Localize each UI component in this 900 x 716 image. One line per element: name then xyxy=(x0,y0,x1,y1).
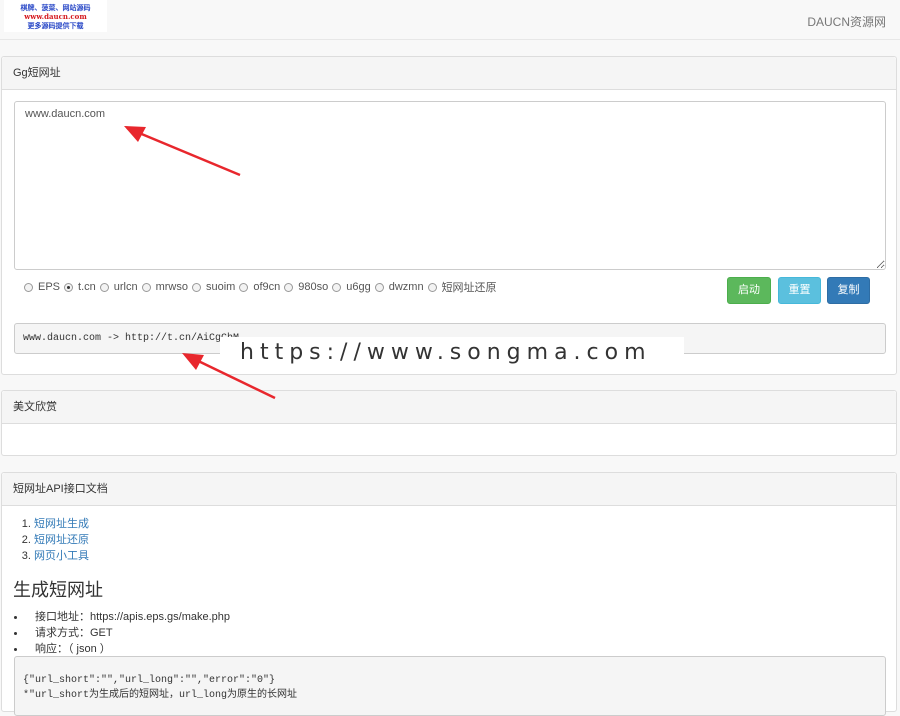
radio-button[interactable] xyxy=(427,282,437,292)
api-docs-panel: 短网址API接口文档 短网址生成 短网址还原 网页小工具 生成短网址 接口地址：… xyxy=(1,472,897,716)
service-option[interactable]: of9cn xyxy=(239,281,280,293)
service-label: mrwso xyxy=(155,281,188,293)
toc-link-tools[interactable]: 网页小工具 xyxy=(34,550,89,562)
service-label: of9cn xyxy=(253,281,281,293)
service-label: 短网址还原 xyxy=(441,282,497,294)
copy-button[interactable]: 复制 xyxy=(827,277,870,304)
response-code-block: {"url_short":"","url_long":"","error":"0… xyxy=(14,656,886,716)
code-line: *"url_short为生成后的短网址，url_long为原生的长网址 xyxy=(23,690,298,701)
service-label: urlcn xyxy=(113,281,138,293)
service-option[interactable]: EPS xyxy=(24,281,60,293)
site-logo[interactable]: 棋牌、菠菜、网站源码 www.daucn.com 更多源码提供下载 xyxy=(4,0,107,32)
service-option[interactable]: dwzmn xyxy=(374,281,424,293)
radio-button[interactable] xyxy=(141,282,151,292)
service-option[interactable]: urlcn xyxy=(99,281,138,293)
api-method: 请求方式：GET xyxy=(13,625,230,641)
logo-line-1: 棋牌、菠菜、网站源码 xyxy=(20,2,91,12)
service-option[interactable]: mrwso xyxy=(141,281,188,293)
radio-button[interactable] xyxy=(374,282,384,292)
shortener-panel-title: Gg短网址 xyxy=(2,57,896,90)
toc-item: 网页小工具 xyxy=(34,548,89,564)
service-option[interactable]: t.cn xyxy=(64,281,96,293)
service-label: t.cn xyxy=(78,281,96,293)
radio-button[interactable] xyxy=(99,282,109,292)
toc-item: 短网址生成 xyxy=(34,516,89,532)
articles-panel-title: 美文欣赏 xyxy=(2,391,896,424)
service-option[interactable]: 980so xyxy=(284,281,328,293)
section-title: 生成短网址 xyxy=(13,580,103,600)
service-label: dwzmn xyxy=(388,281,424,293)
service-option[interactable]: 短网址还原 xyxy=(427,279,497,295)
long-url-textarea[interactable] xyxy=(14,101,886,270)
logo-line-3: 更多源码提供下载 xyxy=(27,20,84,30)
brand-link[interactable]: DAUCN资源网 xyxy=(807,13,886,30)
api-endpoint: 接口地址：https://apis.eps.gs/make.php xyxy=(13,611,231,623)
radio-button[interactable] xyxy=(191,282,201,292)
service-label: suoim xyxy=(205,281,236,293)
service-label: u6gg xyxy=(346,281,371,293)
logo-line-2: www.daucn.com xyxy=(24,11,87,21)
service-radio-group: EPS t.cn urlcn mrwso suoim of9cn 980so u6gg dwzm… xyxy=(24,279,501,295)
api-response: 响应：（ json ） xyxy=(13,641,230,657)
doc-toc: 短网址生成 短网址还原 网页小工具 xyxy=(18,516,89,564)
service-option[interactable]: u6gg xyxy=(332,281,371,293)
radio-button[interactable] xyxy=(24,282,33,292)
radio-button[interactable] xyxy=(284,282,294,292)
radio-button[interactable] xyxy=(332,282,342,292)
shortener-panel: Gg短网址 EPS t.cn urlcn mrwso suoim of9cn 980so u6… xyxy=(1,56,897,375)
articles-panel: 美文欣赏 xyxy=(1,390,897,456)
service-label: EPS xyxy=(38,281,61,293)
radio-button[interactable] xyxy=(64,282,74,292)
radio-button[interactable] xyxy=(239,282,249,292)
toc-link-restore[interactable]: 短网址还原 xyxy=(34,534,89,546)
code-line: {"url_short":"","url_long":"","error":"0… xyxy=(23,675,276,686)
toc-link-generate[interactable]: 短网址生成 xyxy=(34,518,89,530)
service-label: 980so xyxy=(298,281,329,293)
top-navbar: 棋牌、菠菜、网站源码 www.daucn.com 更多源码提供下载 DAUCN资… xyxy=(0,0,900,40)
reset-button[interactable]: 重置 xyxy=(778,277,821,304)
watermark-text: https://www.songma.com xyxy=(220,337,684,369)
api-docs-panel-title: 短网址API接口文档 xyxy=(2,473,896,506)
start-button[interactable]: 启动 xyxy=(727,277,771,304)
api-info-list: 接口地址：https://apis.eps.gs/make.php 请求方式：G… xyxy=(13,609,230,657)
toc-item: 短网址还原 xyxy=(34,532,89,548)
service-option[interactable]: suoim xyxy=(191,281,236,293)
